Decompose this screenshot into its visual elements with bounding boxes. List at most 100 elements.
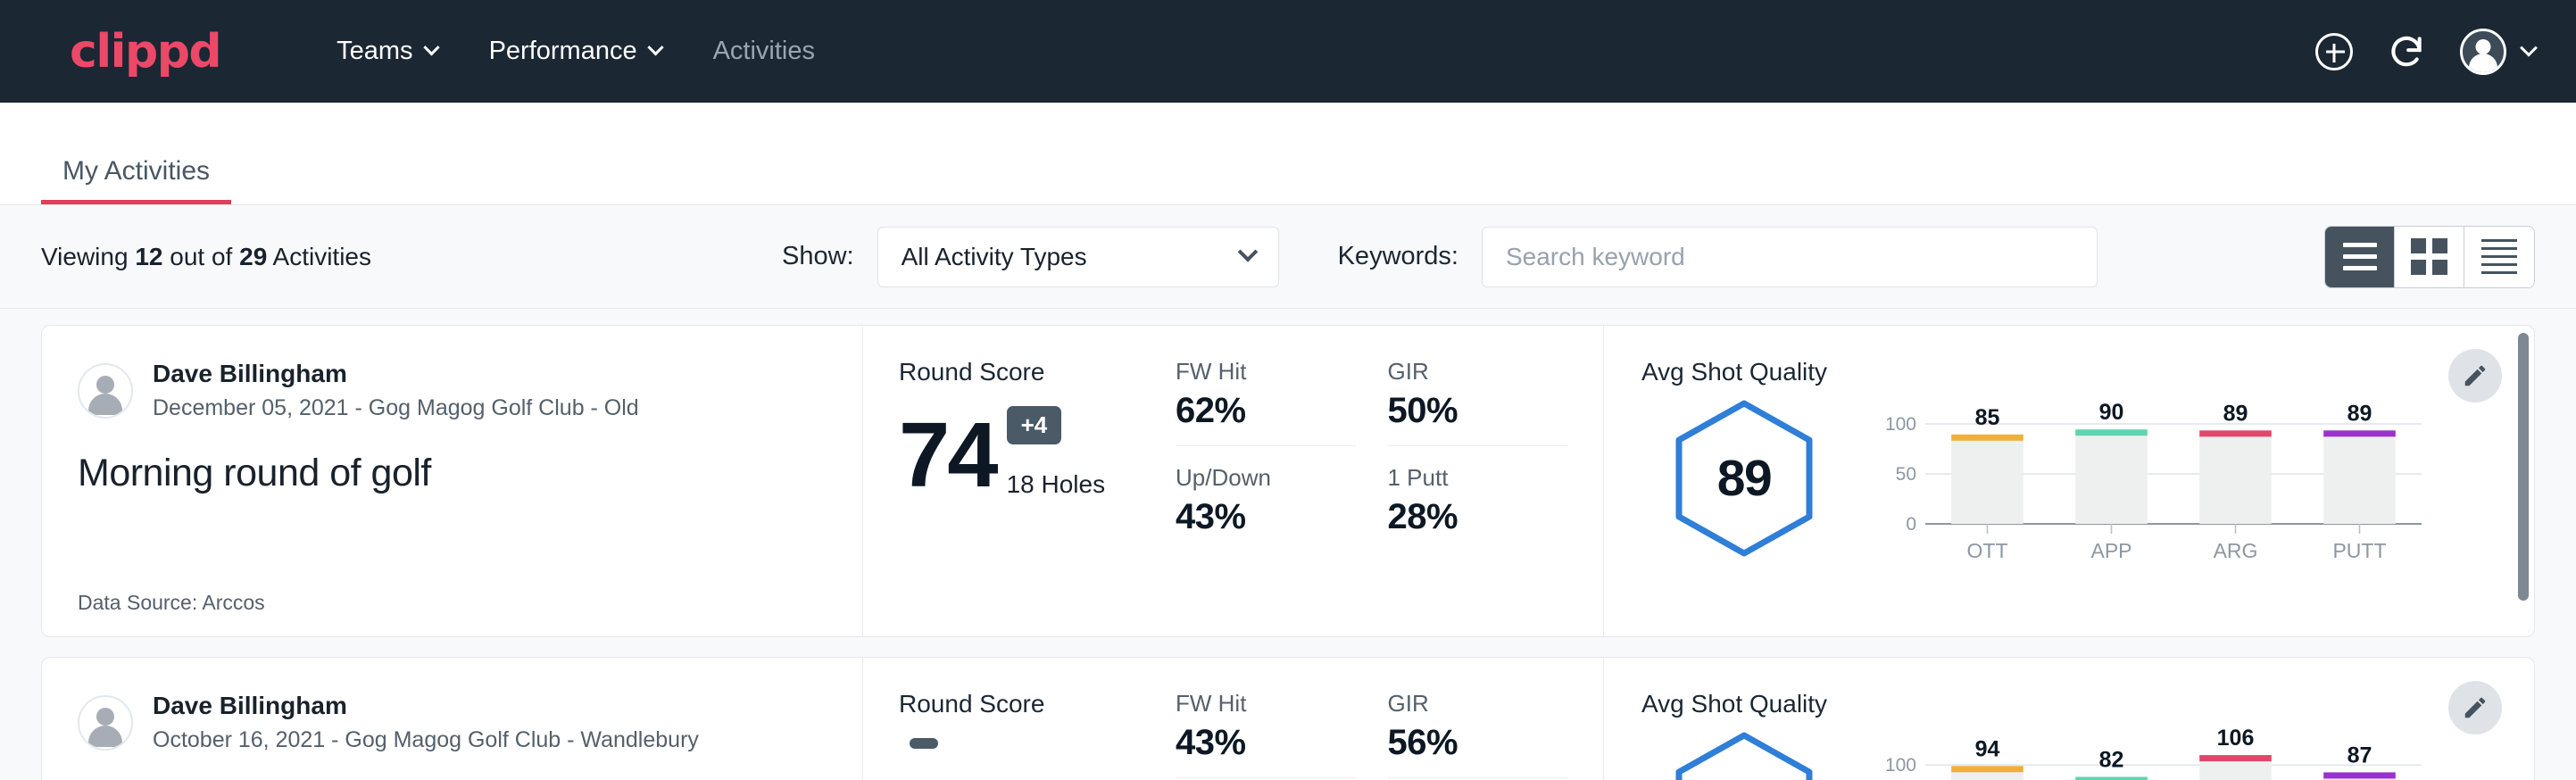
add-circle-icon[interactable] — [2315, 33, 2353, 71]
show-label: Show: — [782, 242, 854, 271]
data-source-label: Data Source: Arccos — [78, 591, 827, 615]
stat-gir: GIR 50% — [1388, 358, 1568, 446]
stat-one-putt-label: 1 Putt — [1388, 464, 1568, 492]
view-mode-toggle-group — [2324, 226, 2535, 288]
tab-bar: My Activities — [0, 103, 2576, 205]
svg-text:100: 100 — [1885, 414, 1916, 435]
holes-label: 18 Holes — [1007, 470, 1106, 499]
avg-shot-quality-value — [1673, 731, 1816, 780]
svg-text:ARG: ARG — [2214, 539, 2258, 562]
stat-gir-value: 56% — [1388, 723, 1568, 763]
primary-nav: Teams Performance Activities — [337, 37, 815, 66]
round-score-column: Round Score — [863, 658, 1176, 780]
stat-one-putt: 1 Putt 28% — [1388, 464, 1568, 552]
chevron-down-icon — [423, 39, 439, 55]
shot-quality-bar-chart: 05010085OTT90APP89ARG89PUTT — [1874, 397, 2427, 567]
stat-one-putt-value: 28% — [1388, 497, 1568, 537]
viewing-count-text: Viewing 12 out of 29 Activities — [41, 243, 371, 271]
list-icon — [2343, 243, 2377, 270]
score-to-par-badge: +4 — [1007, 406, 1062, 444]
round-score-row — [899, 738, 1176, 780]
stat-fw-hit-value: 43% — [1176, 723, 1356, 763]
viewing-total: 29 — [239, 243, 267, 270]
nav-item-performance[interactable]: Performance — [489, 37, 661, 66]
nav-item-teams-label: Teams — [337, 37, 412, 66]
avatar — [2460, 29, 2506, 75]
round-score-label: Round Score — [899, 690, 1176, 718]
viewing-count: 12 — [135, 243, 162, 270]
stat-gir-value: 50% — [1388, 391, 1568, 431]
account-menu[interactable] — [2460, 29, 2535, 75]
pencil-icon — [2462, 694, 2489, 721]
nav-item-performance-label: Performance — [489, 37, 637, 66]
stat-gir-label: GIR — [1388, 358, 1568, 386]
svg-text:87: 87 — [2347, 743, 2372, 768]
shot-quality-column: Avg Shot Quality 05010094OTT82APP106ARG8… — [1604, 658, 2534, 780]
round-score-label: Round Score — [899, 358, 1176, 386]
stat-up-down: Up/Down 43% — [1176, 464, 1356, 552]
viewing-suffix: Activities — [273, 243, 371, 270]
avatar — [78, 363, 133, 419]
svg-text:0: 0 — [1906, 514, 1916, 535]
tab-my-activities-label: My Activities — [62, 156, 210, 186]
refresh-icon[interactable] — [2387, 32, 2426, 71]
stats-grid: FW Hit 43% GIR 56% — [1176, 658, 1604, 780]
svg-text:APP: APP — [2090, 539, 2131, 562]
activity-meta: December 05, 2021 - Gog Magog Golf Club … — [153, 392, 639, 424]
avg-shot-quality-value: 89 — [1673, 399, 1816, 558]
app-logo[interactable]: clippd — [70, 25, 220, 79]
activity-type-select[interactable]: All Activity Types — [877, 227, 1279, 287]
svg-text:106: 106 — [2217, 729, 2255, 751]
shot-quality-column: Avg Shot Quality 89 05010085OTT90APP89AR… — [1604, 326, 2534, 636]
svg-text:85: 85 — [1975, 405, 2000, 430]
svg-text:100: 100 — [1885, 755, 1916, 776]
show-filter-group: Show: All Activity Types — [782, 227, 1279, 287]
stat-up-down-value: 43% — [1176, 497, 1356, 537]
nav-item-activities[interactable]: Activities — [713, 37, 815, 66]
edit-activity-button[interactable] — [2448, 681, 2502, 734]
activity-author: Dave Billingham October 16, 2021 - Gog M… — [78, 690, 827, 757]
activity-meta: October 16, 2021 - Gog Magog Golf Club -… — [153, 724, 699, 756]
score-to-par-badge — [910, 738, 938, 749]
activity-card[interactable]: Dave Billingham December 05, 2021 - Gog … — [41, 325, 2535, 637]
activities-list[interactable]: Dave Billingham December 05, 2021 - Gog … — [0, 309, 2576, 780]
activity-type-select-value: All Activity Types — [902, 243, 1087, 271]
vertical-scrollbar[interactable] — [2518, 333, 2529, 601]
player-name: Dave Billingham — [153, 358, 639, 390]
round-score-column: Round Score 74 +4 18 Holes — [863, 326, 1176, 636]
stat-fw-hit-value: 62% — [1176, 391, 1356, 431]
keywords-filter-group: Keywords: — [1338, 227, 2098, 287]
stat-gir-label: GIR — [1388, 690, 1568, 718]
shot-quality-bar-chart: 05010094OTT82APP106ARG87PUTT — [1874, 729, 2427, 780]
activity-card[interactable]: Dave Billingham October 16, 2021 - Gog M… — [41, 657, 2535, 780]
activity-title: Morning round of golf — [78, 452, 827, 495]
tab-my-activities[interactable]: My Activities — [41, 156, 231, 204]
pencil-icon — [2462, 362, 2489, 389]
avatar — [78, 695, 133, 751]
round-score-row: 74 +4 18 Holes — [899, 406, 1176, 499]
list-view-button[interactable] — [2325, 227, 2395, 287]
stat-up-down-label: Up/Down — [1176, 464, 1356, 492]
search-input[interactable] — [1482, 227, 2098, 287]
chevron-down-icon — [2520, 38, 2538, 56]
stats-grid: FW Hit 62% GIR 50% Up/Down 43% 1 Putt 28… — [1176, 326, 1604, 636]
svg-text:OTT: OTT — [1967, 539, 2008, 562]
nav-item-teams[interactable]: Teams — [337, 37, 436, 66]
svg-text:94: 94 — [1975, 736, 2000, 761]
viewing-middle: out of — [170, 243, 232, 270]
svg-text:89: 89 — [2223, 401, 2248, 426]
svg-text:PUTT: PUTT — [2332, 539, 2386, 562]
grid-icon — [2411, 238, 2447, 275]
avg-shot-quality-hexagon — [1673, 731, 1816, 780]
keywords-label: Keywords: — [1338, 242, 1458, 271]
nav-item-activities-label: Activities — [713, 37, 815, 66]
top-nav-actions — [2315, 29, 2535, 75]
grid-view-button[interactable] — [2395, 227, 2464, 287]
edit-activity-button[interactable] — [2448, 349, 2502, 402]
avg-shot-quality-hexagon: 89 — [1673, 399, 1816, 558]
avg-shot-quality-label: Avg Shot Quality — [1641, 690, 2498, 718]
stat-fw-hit: FW Hit 43% — [1176, 690, 1356, 778]
compact-view-button[interactable] — [2464, 227, 2534, 287]
compact-list-icon — [2481, 239, 2517, 274]
stat-fw-hit: FW Hit 62% — [1176, 358, 1356, 446]
